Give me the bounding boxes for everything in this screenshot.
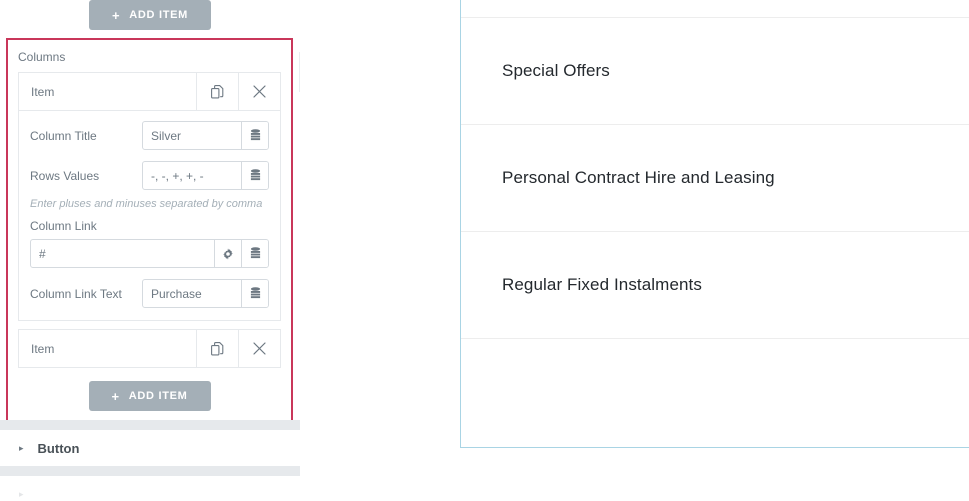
column-link-text-input[interactable] [143, 280, 241, 307]
feature-text: Regular Fixed Instalments [502, 275, 702, 294]
column-link-text-field-row: Column Link Text [30, 279, 269, 308]
column-title-field-row: Column Title [30, 121, 269, 150]
panel-scroll-area[interactable]: + ADD ITEM Columns Item Column Title Sil… [0, 0, 300, 501]
feature-row [461, 0, 969, 18]
repeater-item-header-1[interactable]: Item [19, 73, 280, 110]
plus-icon: + [111, 7, 121, 23]
add-item-row-top: + ADD ITEM [0, 0, 300, 34]
column-title-label: Column Title [30, 128, 97, 143]
rows-values-input-shell [142, 161, 269, 190]
add-item-label-bottom: ADD ITEM [128, 390, 188, 402]
column-link-label: Column Link [30, 219, 97, 233]
add-item-button-top[interactable]: + ADD ITEM [89, 0, 211, 30]
dynamic-tags-database-icon[interactable] [241, 162, 268, 189]
feature-row [461, 339, 969, 446]
columns-repeater: Item Column Title Silver Rows Values -, … [18, 72, 281, 321]
duplicate-icon[interactable] [196, 73, 238, 110]
column-link-text-label: Column Link Text [30, 286, 122, 301]
column-title-input-shell [142, 121, 269, 150]
editor-sidebar-panel: + ADD ITEM Columns Item Column Title Sil… [0, 0, 300, 501]
sidebar-section-label-button: Button [37, 440, 80, 456]
repeater-item-title-1: Item [31, 84, 55, 99]
feature-row: Personal Contract Hire and Leasing [461, 125, 969, 232]
feature-text: Special Offers [502, 61, 610, 80]
repeater-item-title-2: Item [31, 341, 55, 356]
close-icon[interactable] [238, 73, 280, 110]
feature-row: Regular Fixed Instalments [461, 232, 969, 339]
accordion-sections: ▸ Button ▸ [0, 420, 300, 501]
columns-repeater-item-2: Item [18, 329, 281, 368]
rows-values-input[interactable] [143, 162, 241, 189]
add-item-button-bottom[interactable]: + ADD ITEM [88, 381, 211, 411]
column-title-input[interactable] [143, 122, 241, 149]
close-icon[interactable] [238, 330, 280, 367]
repeater-item-header-2[interactable]: Item [19, 330, 280, 367]
repeater-item-body-1: Column Title Silver Rows Values -, -, +,… [19, 110, 280, 320]
column-link-text-input-shell [142, 279, 269, 308]
rows-values-field-row: Rows Values [30, 161, 269, 190]
section-gap [0, 466, 300, 476]
add-item-label-top: ADD ITEM [129, 9, 189, 21]
column-link-input-shell [30, 239, 269, 268]
feature-row: Special Offers [461, 18, 969, 125]
pricing-table-widget-preview[interactable]: Special Offers Personal Contract Hire an… [460, 0, 969, 448]
dynamic-tags-database-icon[interactable] [241, 122, 268, 149]
sidebar-section-next[interactable]: ▸ [0, 476, 300, 501]
feature-text: Personal Contract Hire and Leasing [502, 168, 775, 187]
chevron-right-icon: ▸ [19, 488, 24, 499]
repeater-spacer [18, 321, 281, 329]
gear-icon[interactable] [214, 240, 241, 267]
chevron-right-icon: ▸ [19, 442, 24, 453]
plus-icon: + [111, 388, 120, 404]
page-preview-canvas: Special Offers Personal Contract Hire an… [300, 0, 969, 501]
columns-control-highlighted: Columns Item Column Title Silver Rows Va… [6, 38, 293, 425]
rows-values-hint: Enter pluses and minuses separated by co… [30, 198, 263, 210]
column-link-input[interactable] [31, 240, 214, 267]
dynamic-tags-database-icon[interactable] [241, 280, 268, 307]
sidebar-section-label-next [38, 487, 42, 501]
dynamic-tags-database-icon[interactable] [241, 240, 268, 267]
rows-values-label: Rows Values [30, 168, 100, 183]
duplicate-icon[interactable] [196, 330, 238, 367]
add-item-row-bottom: + ADD ITEM [18, 368, 281, 411]
section-gap [0, 420, 300, 430]
columns-label: Columns [18, 50, 66, 64]
column-link-field: Column Link [30, 219, 269, 268]
sidebar-section-button[interactable]: ▸ Button [0, 430, 300, 466]
